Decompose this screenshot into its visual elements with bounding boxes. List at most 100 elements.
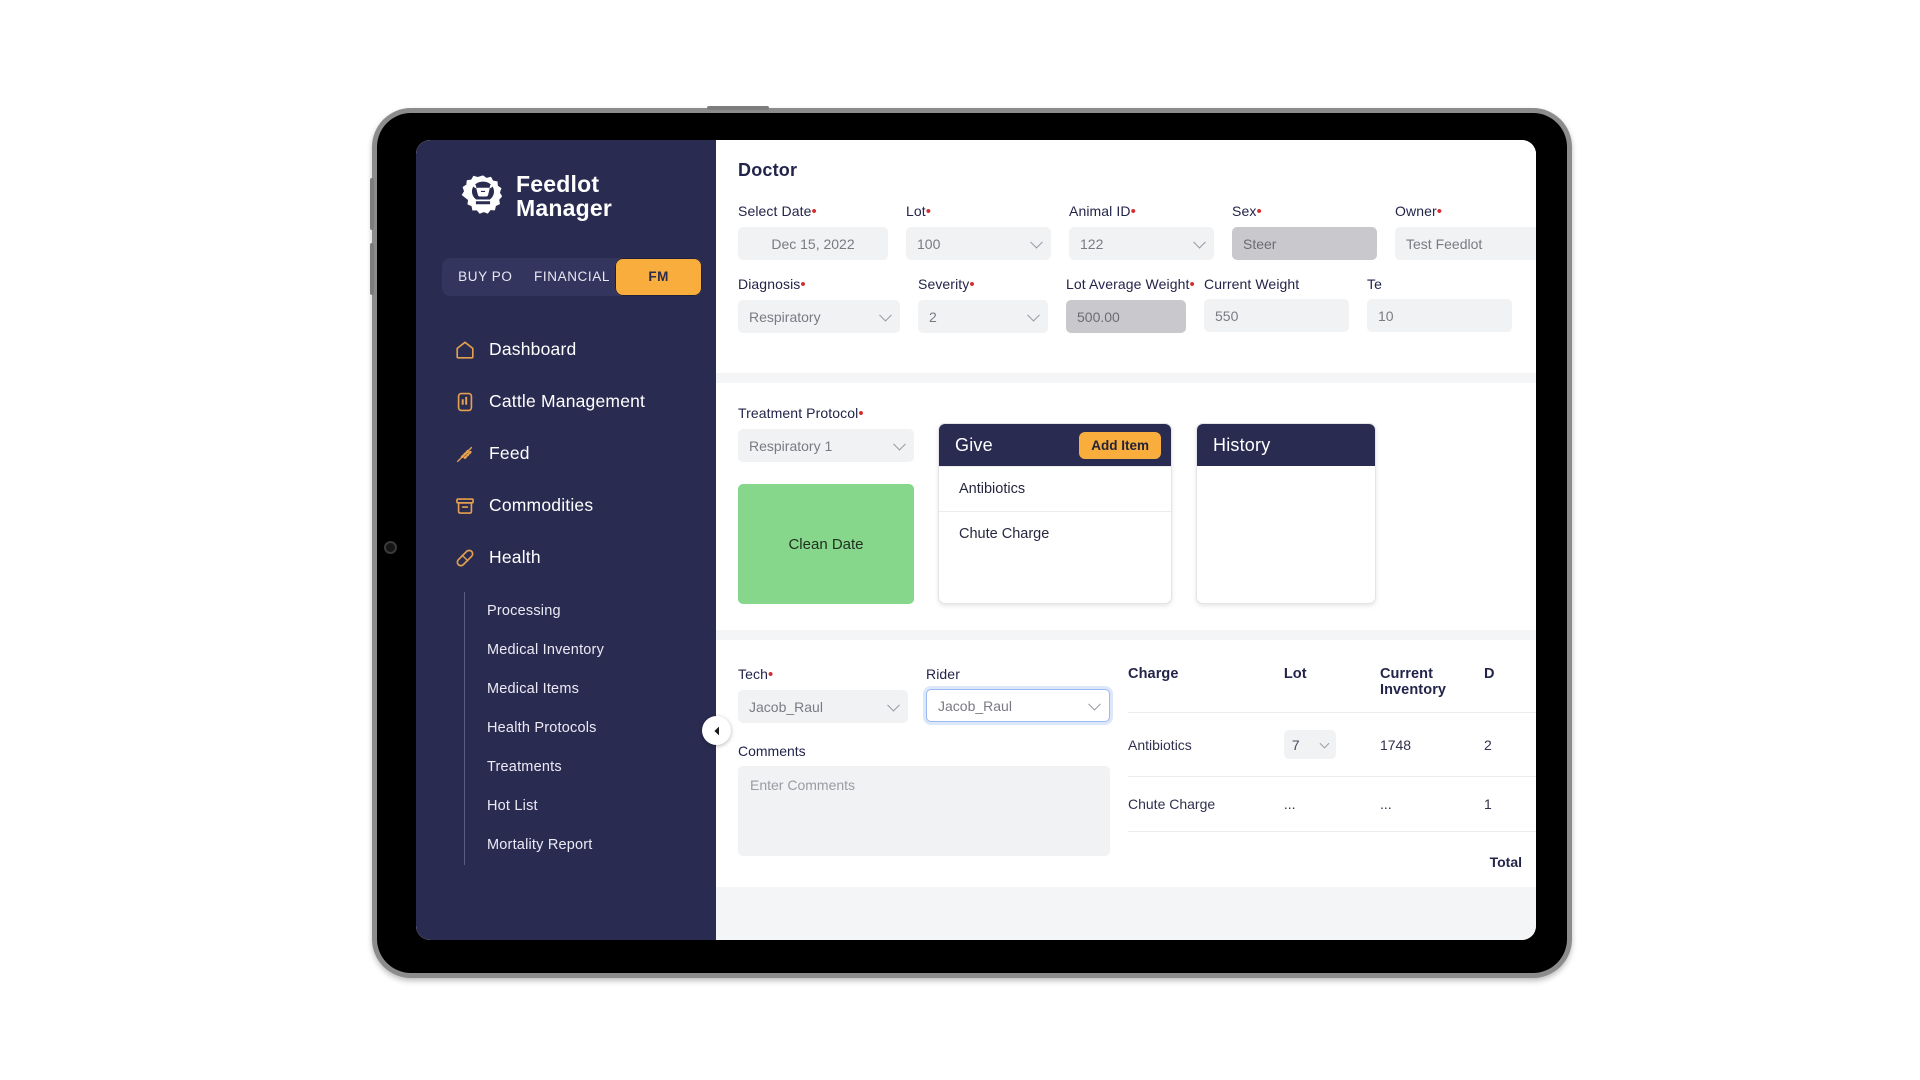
- comments-textarea[interactable]: Enter Comments: [738, 766, 1110, 856]
- sidebar-item-processing[interactable]: Processing: [487, 592, 716, 631]
- animal-id-select[interactable]: 122: [1069, 227, 1214, 260]
- chevron-left-icon: [713, 726, 719, 735]
- current-weight-input[interactable]: 550: [1204, 299, 1349, 332]
- tech-rider-comments-block: Tech• Jacob_Raul Rider Jacob_Raul Commen…: [716, 666, 1110, 887]
- brand-line-2: Manager: [516, 195, 612, 222]
- volume-up-button[interactable]: [370, 178, 374, 230]
- cell-lot: 7: [1283, 712, 1380, 777]
- add-item-button[interactable]: Add Item: [1079, 431, 1161, 459]
- field-current-weight: Current Weight 550: [1204, 276, 1349, 333]
- sidebar-item-feed[interactable]: Feed: [416, 428, 716, 480]
- field-owner: Owner• Test Feedlot: [1395, 203, 1536, 260]
- field-lot: Lot• 100: [906, 203, 1051, 260]
- give-row-antibiotics[interactable]: Antibiotics: [939, 466, 1171, 511]
- sidebar-item-label: Cattle Management: [489, 391, 646, 412]
- treatment-card: Treatment Protocol• Respiratory 1 Clean …: [716, 383, 1536, 630]
- table-total-row: Total: [1128, 831, 1536, 888]
- form-row-2: Diagnosis• Respiratory Severity• 2 Lot A…: [716, 276, 1536, 333]
- patient-details-card: Doctor Select Date• Dec 15, 2022 Lot• 10…: [716, 140, 1536, 373]
- owner-input[interactable]: Test Feedlot: [1395, 227, 1536, 260]
- sidebar-item-label: Commodities: [489, 495, 594, 516]
- history-panel: History: [1196, 423, 1376, 604]
- sidebar-subnav: Processing Medical Inventory Medical Ite…: [464, 591, 716, 865]
- clean-date-button[interactable]: Clean Date: [738, 484, 914, 604]
- temp-input[interactable]: 10: [1367, 299, 1512, 332]
- brand-text: Feedlot Manager: [516, 172, 612, 221]
- field-value: Jacob_Raul: [938, 697, 1012, 714]
- sidebar-item-medical-inventory[interactable]: Medical Inventory: [487, 631, 716, 670]
- history-panel-header: History: [1197, 424, 1375, 466]
- chevron-down-icon: [1088, 697, 1101, 711]
- sidebar-item-health-protocols[interactable]: Health Protocols: [487, 709, 716, 748]
- field-value: 550: [1215, 307, 1239, 324]
- sidebar-item-treatments[interactable]: Treatments: [487, 748, 716, 787]
- field-label: Te: [1367, 276, 1382, 292]
- cell-d: 2: [1484, 712, 1536, 777]
- tablet-device-frame: Feedlot Manager BUY PO FINANCIAL FM Dash…: [370, 106, 1567, 973]
- front-camera-icon: [386, 543, 395, 552]
- sidebar-item-health[interactable]: Health: [416, 532, 716, 584]
- field-value: Respiratory 1: [749, 437, 833, 454]
- field-label: Treatment Protocol•: [738, 405, 864, 422]
- tech-and-charges-card: Tech• Jacob_Raul Rider Jacob_Raul Commen…: [716, 640, 1536, 888]
- field-select-date: Select Date• Dec 15, 2022: [738, 203, 888, 260]
- main-content: Doctor Select Date• Dec 15, 2022 Lot• 10…: [716, 140, 1536, 940]
- cell-current-inventory: 1748: [1379, 712, 1485, 777]
- treatment-protocol-select[interactable]: Respiratory 1: [738, 429, 914, 462]
- tab-financial[interactable]: FINANCIAL: [529, 258, 616, 296]
- give-panel: Give Add Item Antibiotics Chute Charge: [938, 423, 1172, 604]
- field-label: Severity•: [918, 276, 975, 293]
- tab-buy-po[interactable]: BUY PO: [442, 258, 529, 296]
- give-row-chute-charge[interactable]: Chute Charge: [939, 511, 1171, 556]
- table-row: Chute Charge ... ... 1: [1128, 775, 1536, 832]
- volume-down-button[interactable]: [370, 243, 374, 295]
- field-severity: Severity• 2: [918, 276, 1048, 333]
- rider-select[interactable]: Jacob_Raul: [926, 689, 1110, 722]
- field-label: Lot Average Weight•: [1066, 276, 1195, 293]
- field-value: 500.00: [1077, 308, 1120, 325]
- sidebar-item-mortality-report[interactable]: Mortality Report: [487, 826, 716, 865]
- wheat-icon: [456, 446, 473, 462]
- field-value: 2: [929, 308, 937, 325]
- required-marker: •: [800, 276, 806, 293]
- field-sex: Sex• Steer: [1232, 203, 1377, 260]
- required-marker: •: [1436, 203, 1443, 220]
- power-button[interactable]: [707, 106, 769, 110]
- sidebar-item-label: Feed: [489, 443, 530, 464]
- sidebar-item-hot-list[interactable]: Hot List: [487, 787, 716, 826]
- lot-select[interactable]: 100: [906, 227, 1051, 260]
- diagnosis-select[interactable]: Respiratory: [738, 300, 900, 333]
- chevron-down-icon: [1319, 738, 1330, 749]
- field-animal-id: Animal ID• 122: [1069, 203, 1214, 260]
- total-label: Total: [1128, 831, 1536, 888]
- lot-qty-select[interactable]: 7: [1283, 730, 1336, 759]
- field-label: Tech•: [738, 666, 774, 683]
- chevron-down-icon: [1027, 308, 1040, 322]
- lot-average-weight-input: 500.00: [1066, 300, 1186, 333]
- tech-select[interactable]: Jacob_Raul: [738, 690, 908, 723]
- field-label: Animal ID•: [1069, 203, 1136, 220]
- sidebar-item-dashboard[interactable]: Dashboard: [416, 324, 716, 376]
- chevron-down-icon: [879, 308, 892, 322]
- column-header-lot: Lot: [1283, 666, 1307, 682]
- history-panel-title: History: [1213, 434, 1271, 455]
- required-marker: •: [925, 203, 932, 220]
- cattle-card-icon: [457, 392, 473, 412]
- sidebar-collapse-button[interactable]: [702, 716, 731, 745]
- cell-lot: ...: [1283, 775, 1380, 832]
- sidebar-item-medical-items[interactable]: Medical Items: [487, 670, 716, 709]
- gear-cow-logo-icon: [461, 175, 503, 215]
- select-date-input[interactable]: Dec 15, 2022: [738, 227, 888, 260]
- tab-fm[interactable]: FM: [615, 257, 703, 296]
- field-value: Jacob_Raul: [749, 698, 823, 715]
- severity-select[interactable]: 2: [918, 300, 1048, 333]
- sidebar-item-cattle-management[interactable]: Cattle Management: [416, 376, 716, 428]
- required-marker: •: [1256, 203, 1262, 220]
- sidebar-item-commodities[interactable]: Commodities: [416, 480, 716, 532]
- field-label: Diagnosis•: [738, 276, 806, 293]
- home-icon: [456, 341, 474, 359]
- treatment-protocol-block: Treatment Protocol• Respiratory 1 Clean …: [738, 405, 914, 604]
- brand-logo-block: Feedlot Manager: [416, 140, 716, 221]
- required-marker: •: [969, 276, 975, 293]
- field-tech: Tech• Jacob_Raul: [738, 666, 908, 723]
